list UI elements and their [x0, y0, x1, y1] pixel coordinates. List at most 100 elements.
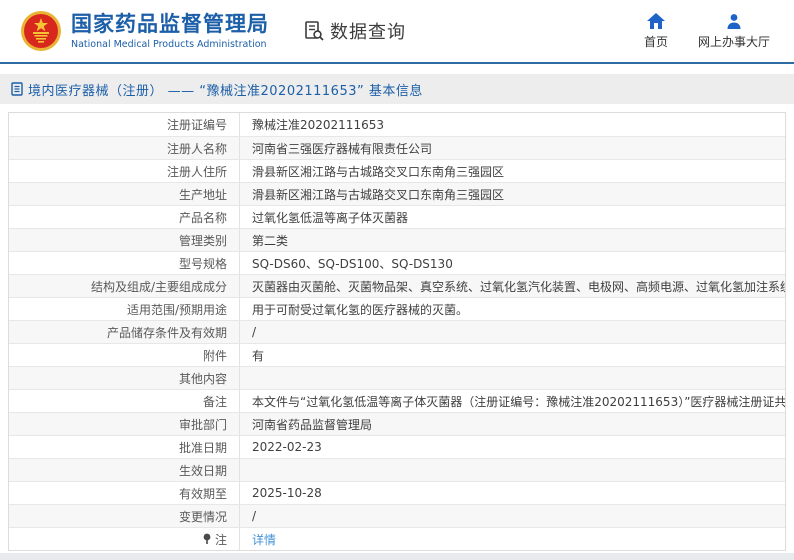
row-value-cell: 本文件与“过氧化氢低温等离子体灭菌器（注册证编号：豫械注准20202111653…: [239, 390, 785, 412]
row-value: 第二类: [252, 233, 289, 248]
row-value-cell: 滑县新区湘江路与古城路交叉口东南角三强园区: [239, 183, 785, 205]
row-label-cell: 注册人住所: [9, 160, 239, 182]
table-row: 生产地址 滑县新区湘江路与古城路交叉口东南角三强园区: [9, 182, 785, 205]
row-value-cell: 过氧化氢低温等离子体灭菌器: [239, 206, 785, 228]
brand-text: 国家药品监督管理局 National Medical Products Admi…: [71, 12, 269, 49]
detail-link[interactable]: 详情: [252, 531, 276, 548]
row-value-cell: SQ-DS60、SQ-DS100、SQ-DS130: [239, 252, 785, 274]
table-row: 产品储存条件及有效期 /: [9, 320, 785, 343]
row-value: 豫械注准20202111653: [252, 118, 384, 132]
row-label-cell: 型号规格: [9, 252, 239, 274]
table-row: 批准日期 2022-02-23: [9, 435, 785, 458]
row-value-cell: 豫械注准20202111653: [239, 113, 785, 136]
row-label: 附件: [202, 348, 227, 363]
row-label-cell: 备注: [9, 390, 239, 412]
row-label: 有效期至: [178, 486, 227, 501]
row-label-cell: 批准日期: [9, 436, 239, 458]
row-value-cell: 2022-02-23: [239, 436, 785, 458]
table-row: 生效日期: [9, 458, 785, 481]
row-value-cell: 用于可耐受过氧化氢的医疗器械的灭菌。: [239, 298, 785, 320]
table-row: 附件 有: [9, 343, 785, 366]
row-value-cell: 灭菌器由灭菌舱、灭菌物品架、真空系统、过氧化氢汽化装置、电极网、高频电源、过氧化…: [239, 275, 785, 297]
national-emblem-icon: [21, 11, 61, 51]
breadcrumb-text: 境内医疗器械（注册） —— “豫械注准20202111653” 基本信息: [28, 83, 423, 99]
row-label: 产品储存条件及有效期: [106, 325, 227, 340]
row-label-cell: 审批部门: [9, 413, 239, 435]
home-icon: [646, 12, 665, 29]
top-nav: 首页 网上办事大厅: [643, 12, 776, 50]
table-row: 注册人住所 滑县新区湘江路与古城路交叉口东南角三强园区: [9, 159, 785, 182]
row-value-cell: 滑县新区湘江路与古城路交叉口东南角三强园区: [239, 160, 785, 182]
row-value: SQ-DS60、SQ-DS100、SQ-DS130: [252, 256, 453, 271]
row-value-cell: 详情: [239, 528, 785, 550]
row-label-cell: 变更情况: [9, 505, 239, 527]
table-row: 变更情况 /: [9, 504, 785, 527]
row-value-cell: 第二类: [239, 229, 785, 251]
row-label: 审批部门: [178, 417, 227, 432]
row-label-cell: 生产地址: [9, 183, 239, 205]
row-label: 管理类别: [178, 233, 227, 248]
row-label-cell: 结构及组成/主要组成成分: [9, 275, 239, 297]
row-label-cell: 注: [9, 528, 239, 550]
table-row: 适用范围/预期用途 用于可耐受过氧化氢的医疗器械的灭菌。: [9, 297, 785, 320]
row-value-cell: [239, 459, 785, 481]
row-value-cell: /: [239, 321, 785, 343]
table-row: 注 详情: [9, 527, 785, 550]
site-header: 国家药品监督管理局 National Medical Products Admi…: [0, 0, 794, 64]
data-query-label: 数据查询: [330, 22, 406, 43]
row-label: 注册人住所: [166, 164, 227, 179]
row-label-cell: 注册证编号: [9, 113, 239, 136]
row-value-cell: 2025-10-28: [239, 482, 785, 504]
row-label-cell: 生效日期: [9, 459, 239, 481]
row-label-cell: 注册人名称: [9, 137, 239, 159]
row-label: 备注: [202, 394, 227, 409]
table-row: 其他内容: [9, 366, 785, 389]
nav-online-hall[interactable]: 网上办事大厅: [698, 13, 770, 50]
row-value: 滑县新区湘江路与古城路交叉口东南角三强园区: [252, 187, 505, 202]
table-row: 备注 本文件与“过氧化氢低温等离子体灭菌器（注册证编号：豫械注准20202111…: [9, 389, 785, 412]
row-value: 过氧化氢低温等离子体灭菌器: [252, 210, 409, 225]
row-label: 变更情况: [178, 509, 227, 524]
row-value: 滑县新区湘江路与古城路交叉口东南角三强园区: [252, 164, 505, 179]
row-value: 河南省三强医疗器械有限责任公司: [252, 141, 433, 156]
row-value-cell: 河南省药品监督管理局: [239, 413, 785, 435]
row-value: 2022-02-23: [252, 440, 322, 454]
table-row: 管理类别 第二类: [9, 228, 785, 251]
row-label-cell: 产品储存条件及有效期: [9, 321, 239, 343]
site-subtitle: National Medical Products Administration: [71, 38, 267, 50]
row-label-cell: 适用范围/预期用途: [9, 298, 239, 320]
row-label-cell: 其他内容: [9, 367, 239, 389]
footer-strip: [0, 553, 794, 560]
table-row: 产品名称 过氧化氢低温等离子体灭菌器: [9, 205, 785, 228]
row-label: 注册人名称: [166, 141, 227, 156]
row-label: 适用范围/预期用途: [126, 302, 227, 317]
table-row: 有效期至 2025-10-28: [9, 481, 785, 504]
row-value-cell: 河南省三强医疗器械有限责任公司: [239, 137, 785, 159]
row-label: 注: [214, 532, 227, 547]
row-value: /: [252, 325, 257, 339]
row-label-cell: 产品名称: [9, 206, 239, 228]
site-title: 国家药品监督管理局: [71, 12, 269, 37]
nav-online-hall-label: 网上办事大厅: [697, 34, 770, 49]
row-label-cell: 管理类别: [9, 229, 239, 251]
nav-home-label: 首页: [643, 34, 668, 49]
info-table: 注册证编号 豫械注准20202111653 注册人名称 河南省三强医疗器械有限责…: [8, 112, 786, 551]
row-value: 河南省药品监督管理局: [252, 417, 373, 432]
brand[interactable]: 国家药品监督管理局 National Medical Products Admi…: [20, 10, 269, 52]
row-value-cell: 有: [239, 344, 785, 366]
table-row: 结构及组成/主要组成成分 灭菌器由灭菌舱、灭菌物品架、真空系统、过氧化氢汽化装置…: [9, 274, 785, 297]
row-value: 有: [252, 348, 265, 363]
document-icon: [11, 82, 23, 96]
data-query-nav[interactable]: 数据查询: [303, 18, 406, 44]
pin-icon: [202, 533, 212, 545]
row-value: 本文件与“过氧化氢低温等离子体灭菌器（注册证编号：豫械注准20202111653…: [252, 394, 785, 409]
table-row: 审批部门 河南省药品监督管理局: [9, 412, 785, 435]
row-value: /: [252, 509, 257, 523]
row-label: 生产地址: [178, 187, 227, 202]
row-label: 产品名称: [178, 210, 227, 225]
nav-home[interactable]: 首页: [643, 12, 668, 50]
row-label-cell: 附件: [9, 344, 239, 366]
row-label: 结构及组成/主要组成成分: [90, 279, 227, 294]
breadcrumb: 境内医疗器械（注册） —— “豫械注准20202111653” 基本信息: [0, 74, 794, 104]
person-icon: [727, 13, 741, 29]
